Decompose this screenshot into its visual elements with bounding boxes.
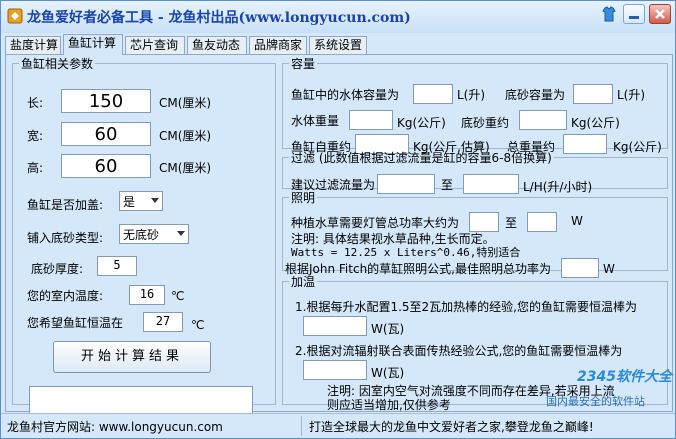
height-input[interactable]: 60 [61, 154, 151, 178]
tank-params-legend: 鱼缸相关参数 [21, 57, 94, 71]
water-weight-label: 水体重量 [291, 114, 340, 128]
length-input[interactable]: 150 [61, 89, 151, 113]
tab-chip-query[interactable]: 芯片查询 [125, 36, 185, 54]
water-volume-unit: L(升) [457, 88, 486, 102]
heating-method1-label: 1.根据每升水配置1.5至2瓦加热棒的经验,您的鱼缸需要恒温棒为 [295, 300, 637, 314]
skin-button[interactable] [599, 4, 617, 24]
plant-light-to-label: 至 [505, 216, 518, 230]
watermark-brand: 2345软件大全 [577, 369, 672, 385]
capacity-group: 容量 鱼缸中的水体容量为 L(升) 底砂容量为 L(升) 水体重量 Kg(公斤)… [282, 55, 668, 154]
tab-fish-news[interactable]: 鱼友动态 [187, 36, 247, 54]
tab-brands[interactable]: 品牌商家 [249, 36, 307, 54]
heating-legend: 加温 [291, 275, 316, 289]
sand-weight-output [519, 110, 567, 130]
water-weight-unit: Kg(公斤) [397, 116, 446, 130]
status-slogan: 打造全球最大的龙鱼中文爱好者之家,攀登龙鱼之巅峰! [309, 420, 594, 434]
substrate-select-value: 无底砂 [123, 228, 160, 242]
heating-method2-output [303, 360, 367, 380]
sand-weight-unit: Kg(公斤) [571, 116, 620, 130]
status-bar: 龙鱼村官方网站: www.longyucun.com 打造全球最大的龙鱼中文爱好… [1, 413, 675, 438]
substrate-thickness-label: 底砂厚度: [31, 262, 84, 276]
status-website: 龙鱼村官方网站: www.longyucun.com [7, 420, 223, 434]
lighting-group: 照明 种植水草需要灯管总功率大约为 至 W 注明: 具体结果视水草品种,生长而定… [282, 189, 668, 278]
result-box[interactable] [29, 386, 253, 416]
cover-select[interactable]: 是 [119, 191, 163, 211]
app-logo-icon [7, 8, 23, 24]
sand-volume-label: 底砂容量为 [505, 88, 566, 102]
lighting-legend: 照明 [291, 191, 316, 205]
plant-light-label: 种植水草需要灯管总功率大约为 [291, 216, 460, 230]
substrate-select[interactable]: 无底砂 [119, 224, 189, 244]
plant-light-unit: W [571, 214, 583, 228]
cover-label: 鱼缸是否加盖: [27, 198, 104, 212]
sand-weight-label: 底砂重约 [461, 116, 510, 130]
heating-method1-output [303, 316, 367, 336]
room-temp-label: 您的室内温度: [27, 289, 104, 303]
room-temp-input[interactable]: 16 [129, 285, 165, 305]
tab-salinity[interactable]: 盐度计算 [5, 36, 61, 54]
minimize-icon [629, 16, 639, 19]
status-divider [301, 416, 302, 436]
chevron-down-icon [177, 231, 185, 236]
watermark-sub: 国内最安全的软件站 [546, 395, 645, 408]
heating-method2-unit: W(瓦) [371, 366, 405, 380]
title-bar: 龙鱼爱好者必备工具 - 龙鱼村出品(www.longyucun.com) [1, 1, 675, 33]
sand-volume-output [573, 84, 613, 104]
shirt-icon [602, 6, 616, 22]
height-label: 高: [27, 161, 44, 175]
tab-settings[interactable]: 系统设置 [309, 36, 367, 54]
water-volume-output [413, 84, 453, 104]
close-icon [655, 9, 665, 19]
tab-tank-calc[interactable]: 鱼缸计算 [63, 34, 123, 55]
lighting-formula: Watts = 12.25 x Liters^0.46,特别适合 [291, 246, 521, 259]
sand-volume-unit: L(升) [617, 88, 646, 102]
target-temp-unit: ℃ [191, 318, 205, 332]
substrate-label: 铺入底砂类型: [27, 231, 104, 245]
chevron-down-icon [151, 198, 159, 203]
filter-legend: 过滤 (此数值根据过滤流量是缸的容量6-8倍换算) [291, 151, 552, 165]
heating-method2-label: 2.根据对流辐射联合表面传热经验公式,您的鱼缸需要恒温棒为 [295, 344, 623, 358]
app-window: 龙鱼爱好者必备工具 - 龙鱼村出品(www.longyucun.com) 盐度计… [0, 0, 676, 439]
height-unit: CM(厘米) [159, 161, 212, 175]
tank-params-group: 鱼缸相关参数 长: 150 CM(厘米) 宽: 60 CM(厘米) 高: 60 … [12, 55, 276, 416]
plant-light-max-output [527, 212, 557, 232]
cover-select-value: 是 [123, 195, 136, 209]
minimize-button[interactable] [623, 4, 645, 24]
calculate-button[interactable]: 开始计算结果 [53, 341, 211, 373]
width-label: 宽: [27, 129, 44, 143]
water-volume-label: 鱼缸中的水体容量为 [291, 88, 400, 102]
heating-note-line2: 则应适当增加,仅供参考 [327, 398, 451, 412]
window-title: 龙鱼爱好者必备工具 - 龙鱼村出品(www.longyucun.com) [27, 10, 411, 26]
filter-group: 过滤 (此数值根据过滤流量是缸的容量6-8倍换算) 建议过滤流量为 至 L/H(… [282, 149, 668, 194]
capacity-legend: 容量 [291, 57, 316, 71]
width-input[interactable]: 60 [61, 122, 151, 146]
substrate-thickness-input[interactable]: 5 [97, 256, 137, 276]
heating-method1-unit: W(瓦) [371, 322, 405, 336]
target-temp-input[interactable]: 27 [143, 312, 183, 332]
width-unit: CM(厘米) [159, 129, 212, 143]
water-weight-output [349, 110, 393, 130]
close-button[interactable] [649, 4, 671, 24]
tab-content-panel: 鱼缸相关参数 长: 150 CM(厘米) 宽: 60 CM(厘米) 高: 60 … [5, 54, 673, 416]
plant-light-min-output [469, 212, 499, 232]
length-label: 长: [27, 96, 44, 110]
length-unit: CM(厘米) [159, 96, 212, 110]
target-temp-label: 您希望鱼缸恒温在 [27, 316, 124, 330]
room-temp-unit: ℃ [171, 289, 185, 303]
